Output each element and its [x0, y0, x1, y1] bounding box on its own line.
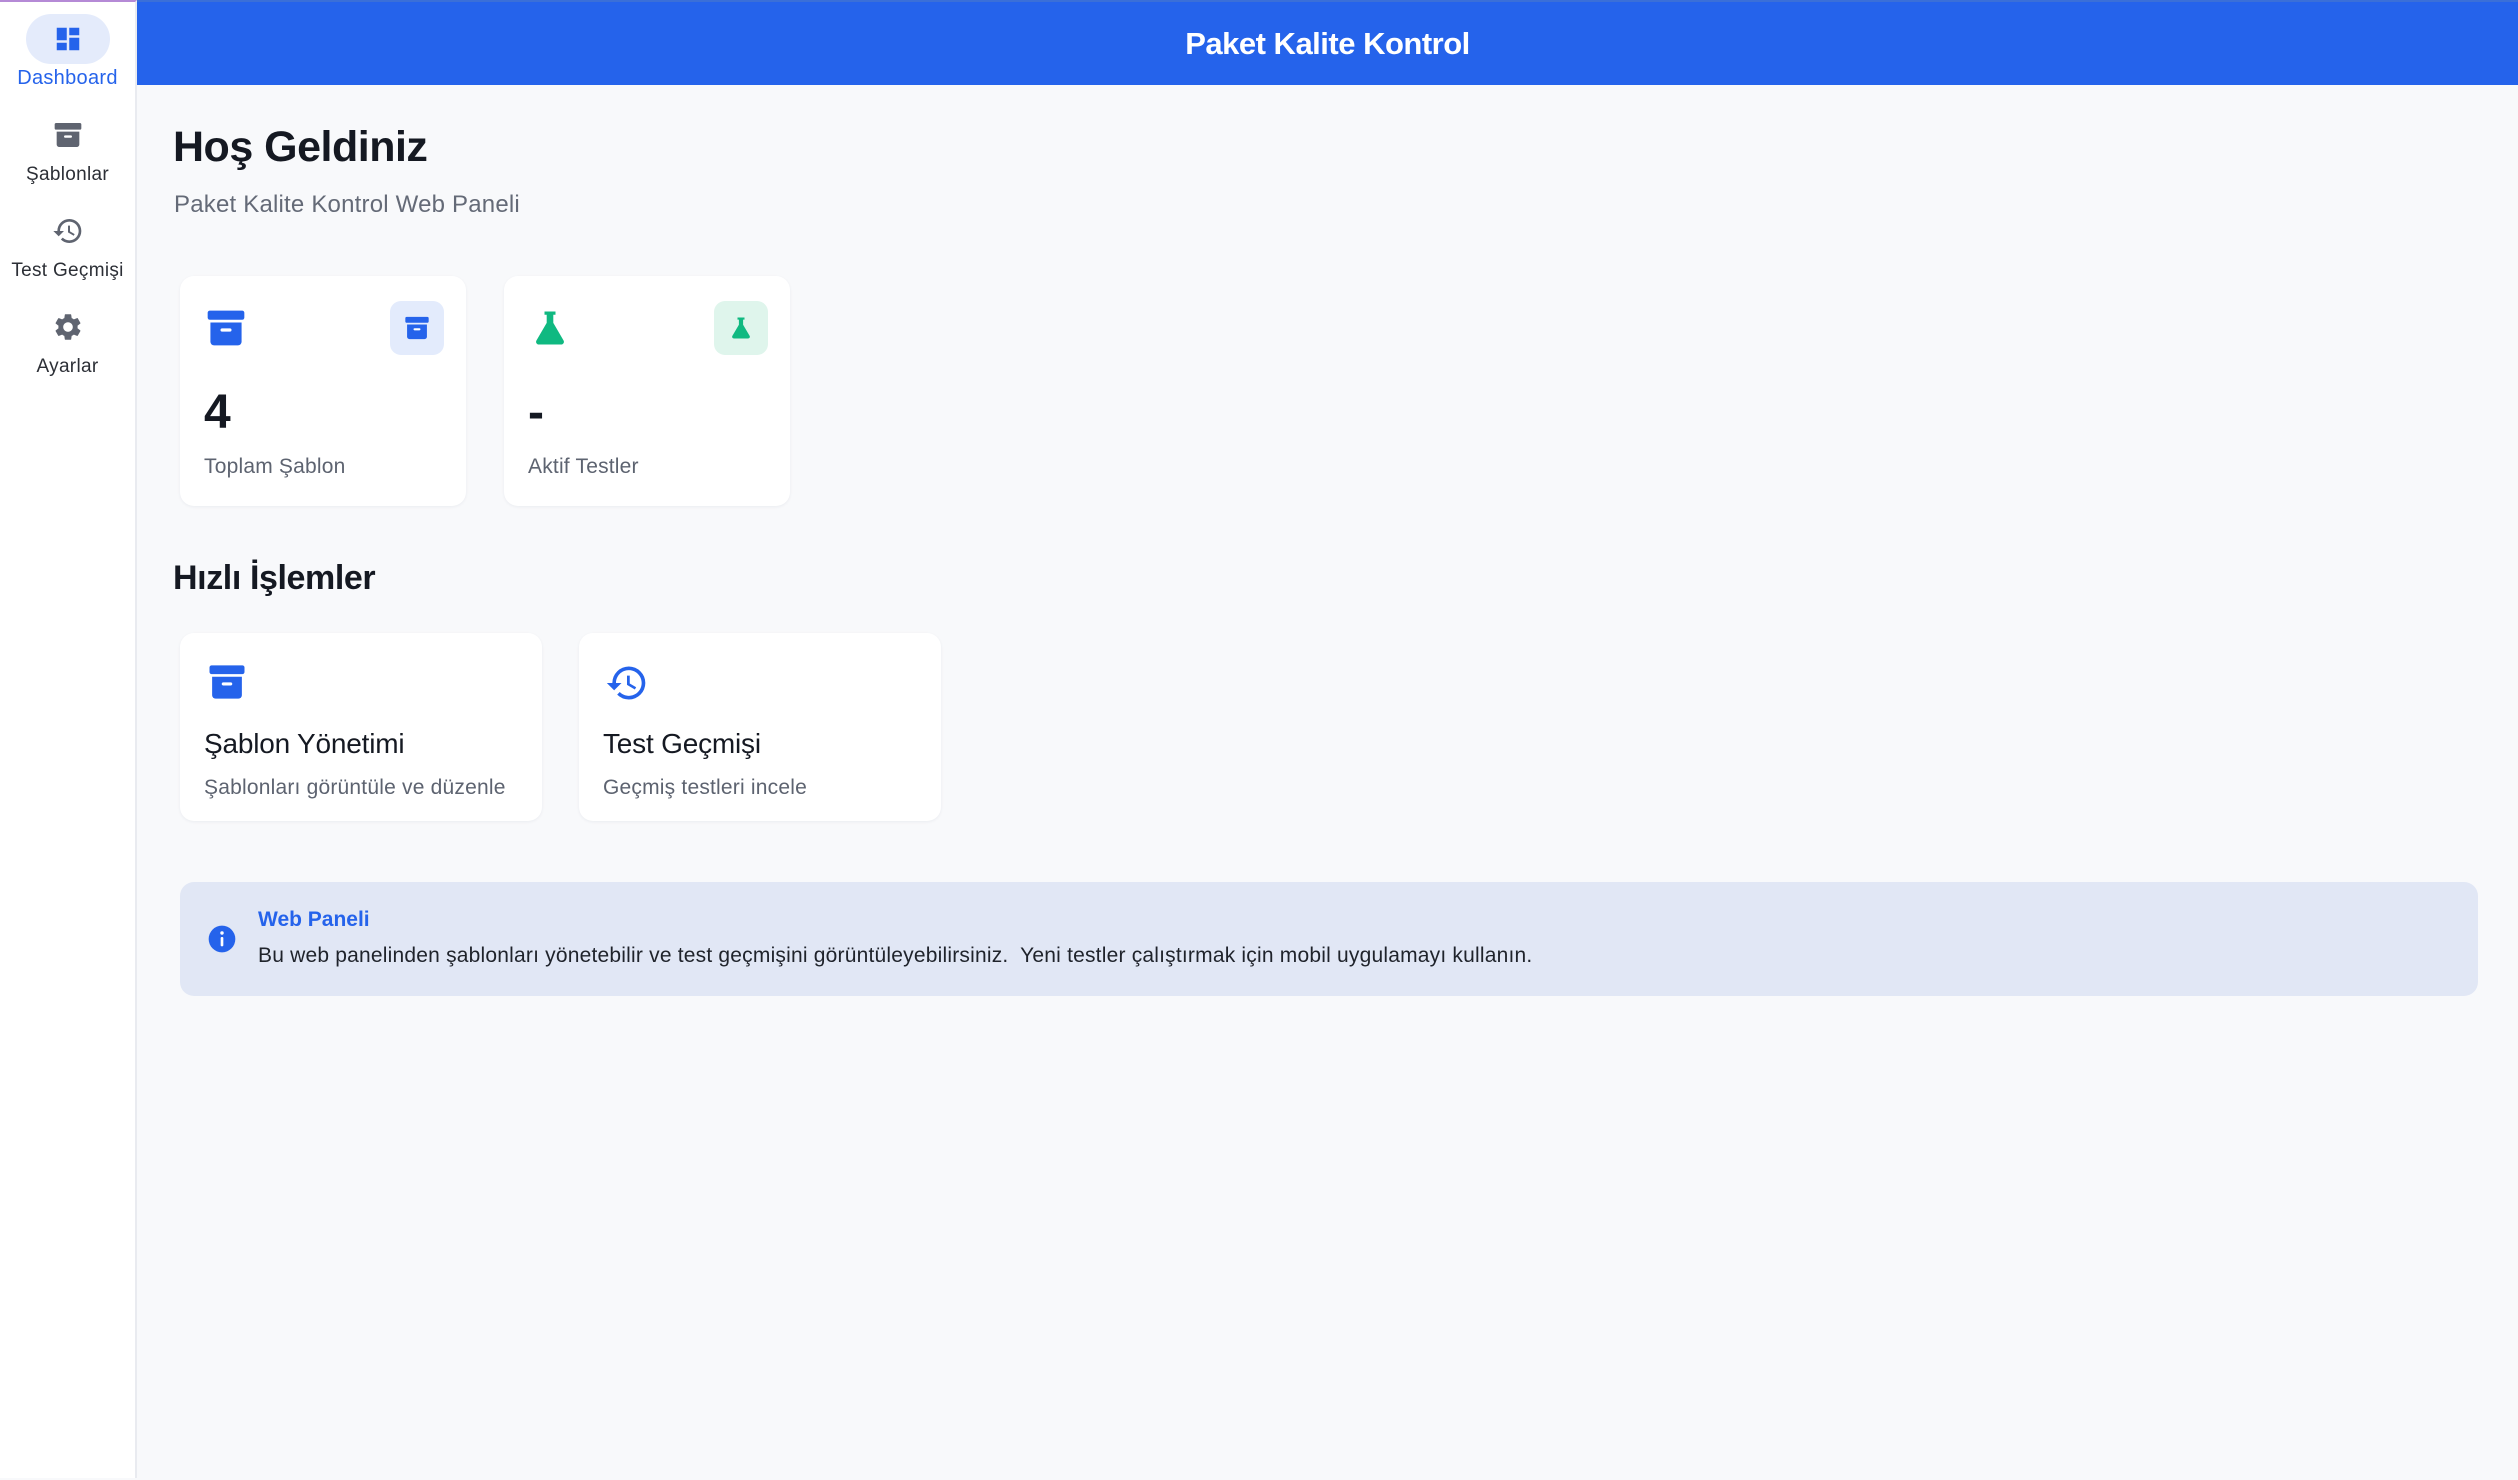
nav-item-label: Şablonlar	[26, 164, 109, 185]
quick-actions-title: Hızlı İşlemler	[173, 559, 376, 597]
nav-item-label: Ayarlar	[36, 356, 99, 377]
stat-label: Toplam Şablon	[204, 455, 346, 478]
stat-card-total-templates: 4 Toplam Şablon	[180, 276, 466, 506]
info-banner: Web Paneli Bu web panelinden şablonları …	[180, 882, 2478, 996]
quick-action-description: Şablonları görüntüle ve düzenle	[204, 776, 506, 799]
quick-action-description: Geçmiş testleri incele	[603, 776, 807, 799]
history-icon	[606, 666, 646, 700]
archive-box-icon	[209, 665, 245, 699]
dashboard-icon	[56, 27, 79, 51]
nav-item-templates[interactable]: Şablonlar	[0, 110, 135, 186]
archive-box-icon	[207, 310, 245, 346]
flask-icon	[732, 317, 750, 339]
nav-item-templates-indicator	[26, 110, 110, 160]
main-content: Hoş Geldiniz Paket Kalite Kontrol Web Pa…	[137, 85, 2518, 1478]
archive-box-icon	[54, 123, 81, 147]
page-subtitle: Paket Kalite Kontrol Web Paneli	[174, 191, 520, 218]
nav-item-test-history-indicator	[26, 206, 110, 256]
gear-icon	[55, 314, 80, 340]
nav-item-label: Test Geçmişi	[11, 260, 124, 281]
info-icon	[208, 925, 236, 953]
nav-item-dashboard[interactable]: Dashboard	[0, 14, 135, 90]
stat-card-active-tests: - Aktif Testler	[504, 276, 790, 506]
navigation-rail: Dashboard Şablonlar Test Geçmişi Ayarlar	[0, 0, 137, 1478]
page-title: Hoş Geldiniz	[173, 123, 428, 171]
nav-item-settings-indicator	[26, 302, 110, 352]
nav-item-label: Dashboard	[17, 67, 118, 89]
app-title: Paket Kalite Kontrol	[1185, 25, 1470, 61]
nav-item-settings[interactable]: Ayarlar	[0, 302, 135, 378]
flask-icon	[536, 311, 564, 345]
stat-value: -	[528, 386, 544, 439]
stat-badge	[390, 301, 444, 355]
archive-box-icon	[405, 316, 429, 340]
stat-label: Aktif Testler	[528, 455, 639, 478]
info-banner-title: Web Paneli	[258, 908, 370, 931]
info-banner-text: Bu web panelinden şablonları yönetebilir…	[258, 944, 1533, 967]
stat-value: 4	[204, 386, 231, 439]
nav-item-test-history[interactable]: Test Geçmişi	[0, 206, 135, 282]
stat-badge	[714, 301, 768, 355]
app-bar: Paket Kalite Kontrol	[137, 0, 2518, 85]
quick-action-test-history[interactable]: Test Geçmişi Geçmiş testleri incele	[579, 633, 941, 821]
quick-action-title: Test Geçmişi	[603, 728, 761, 759]
history-icon	[52, 219, 81, 244]
quick-action-template-management[interactable]: Şablon Yönetimi Şablonları görüntüle ve …	[180, 633, 542, 821]
nav-item-dashboard-indicator	[25, 14, 110, 64]
quick-action-title: Şablon Yönetimi	[204, 728, 405, 759]
